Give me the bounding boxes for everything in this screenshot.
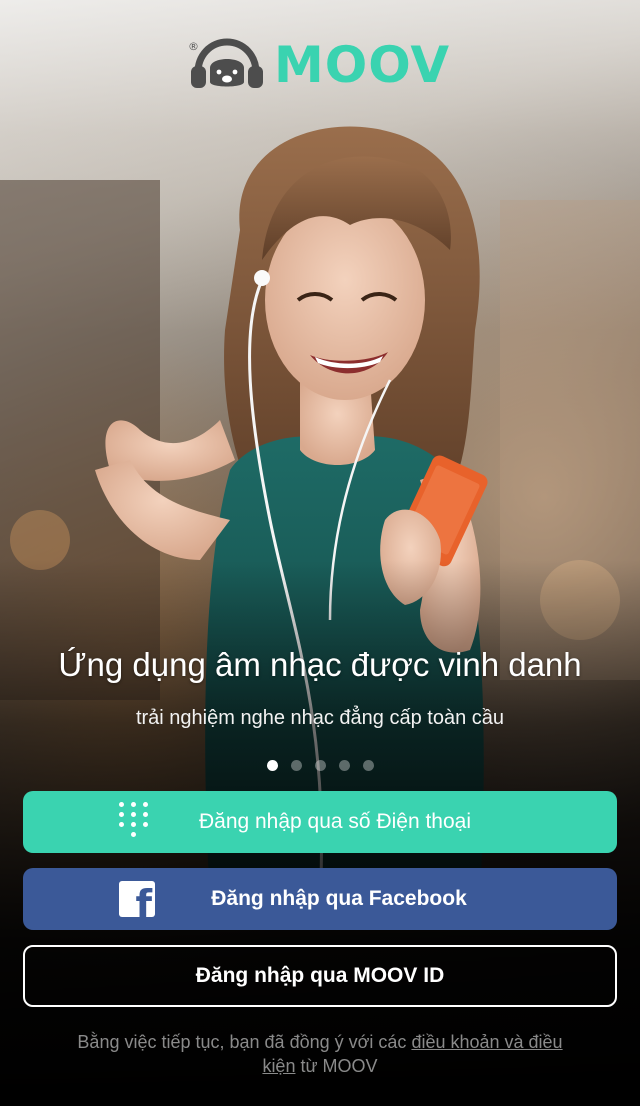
headline: Ứng dụng âm nhạc được vinh danh [58,646,582,683]
carousel-dot[interactable] [362,760,374,771]
terms-suffix: từ MOOV [300,1056,378,1076]
facebook-icon: f [119,881,155,917]
terms-link-continued[interactable]: kiện [262,1056,295,1076]
headphones-dog-icon [191,38,263,88]
carousel-dot[interactable] [266,760,278,771]
phone-login-label: Đăng nhập qua số Điện thoại [198,810,472,833]
brand-name: MOOV [274,36,451,94]
keypad-icon [119,802,149,842]
carousel-dot[interactable] [338,760,350,771]
carousel-dot[interactable] [290,760,302,771]
terms-notice: Bằng việc tiếp tục, bạn đã đồng ý với cá… [30,1030,610,1078]
facebook-login-label: Đăng nhập qua Facebook [211,887,467,910]
carousel-dot[interactable] [314,760,326,771]
moov-id-login-label: Đăng nhập qua MOOV ID [195,964,445,987]
phone-login-button[interactable]: Đăng nhập qua số Điện thoại [23,791,617,853]
login-screen: ® MOOV Ứng dụng âm nhạc được vinh danh t… [0,0,640,1106]
subheadline: trải nghiệm nghe nhạc đẳng cấp toàn cầu [135,707,505,729]
terms-prefix: Bằng việc tiếp tục, bạn đã đồng ý với cá… [77,1032,407,1052]
moov-logo: ® MOOV [188,38,450,92]
facebook-login-button[interactable]: f Đăng nhập qua Facebook [23,868,617,930]
moov-id-login-button[interactable]: Đăng nhập qua MOOV ID [23,945,617,1007]
carousel-indicator [0,760,640,771]
terms-link[interactable]: điều khoản và điều [411,1032,562,1052]
